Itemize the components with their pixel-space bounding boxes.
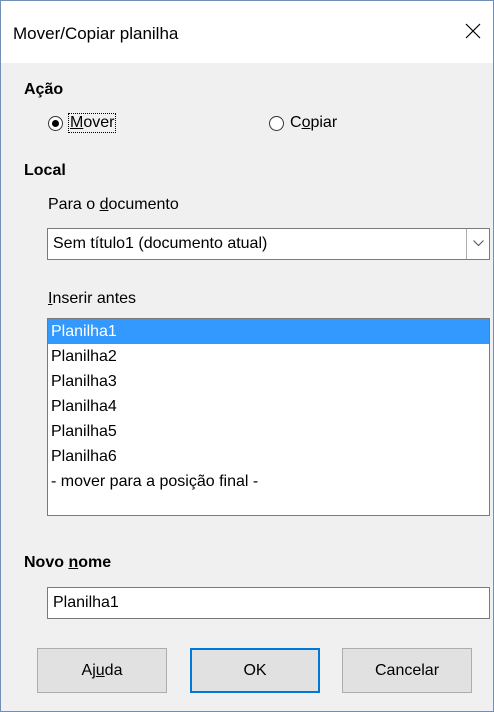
move-radio-indicator[interactable] [48, 115, 63, 131]
close-icon [465, 23, 481, 39]
list-item[interactable]: Planilha2 [48, 344, 489, 369]
list-item[interactable]: Planilha6 [48, 444, 489, 469]
dialog-title: Mover/Copiar planilha [13, 24, 179, 43]
document-dropdown-value: Sem título1 (documento atual) [53, 235, 268, 252]
new-name-input[interactable]: Planilha1 [47, 587, 490, 619]
ok-button[interactable]: OK [190, 648, 320, 693]
document-label: Para o documento [48, 196, 179, 213]
insert-before-list[interactable]: Planilha1 Planilha2 Planilha3 Planilha4 … [47, 318, 490, 516]
insert-before-label: Inserir antes [48, 290, 137, 307]
copy-radio-label: Copiar [290, 114, 338, 131]
copy-radio-indicator[interactable] [269, 115, 284, 131]
ok-button-label: OK [243, 661, 267, 679]
chevron-down-icon [473, 240, 484, 247]
move-radio-label: Mover [67, 113, 117, 133]
help-button[interactable]: Ajuda [37, 648, 167, 693]
document-dropdown[interactable]: Sem título1 (documento atual) [47, 228, 490, 260]
list-item[interactable]: Planilha1 [48, 319, 489, 344]
move-copy-sheet-dialog: Mover/Copiar planilha Ação Mover Copiar … [0, 0, 494, 712]
list-item[interactable]: Planilha3 [48, 369, 489, 394]
document-dropdown-button[interactable] [466, 229, 489, 259]
list-item[interactable]: Planilha4 [48, 394, 489, 419]
new-name-heading: Novo nome [24, 554, 112, 571]
list-item[interactable]: Planilha5 [48, 419, 489, 444]
copy-radio[interactable]: Copiar [269, 114, 337, 132]
close-button[interactable] [453, 13, 493, 53]
help-button-label: Ajuda [81, 661, 123, 679]
cancel-button-label: Cancelar [374, 661, 440, 679]
action-heading: Ação [24, 81, 64, 98]
new-name-input-value: Planilha1 [53, 594, 119, 611]
cancel-button[interactable]: Cancelar [342, 648, 472, 693]
move-radio[interactable]: Mover [48, 113, 117, 133]
location-heading: Local [24, 162, 66, 179]
list-item[interactable]: - mover para a posição final - [48, 469, 489, 494]
title-bar: Mover/Copiar planilha [1, 1, 493, 63]
